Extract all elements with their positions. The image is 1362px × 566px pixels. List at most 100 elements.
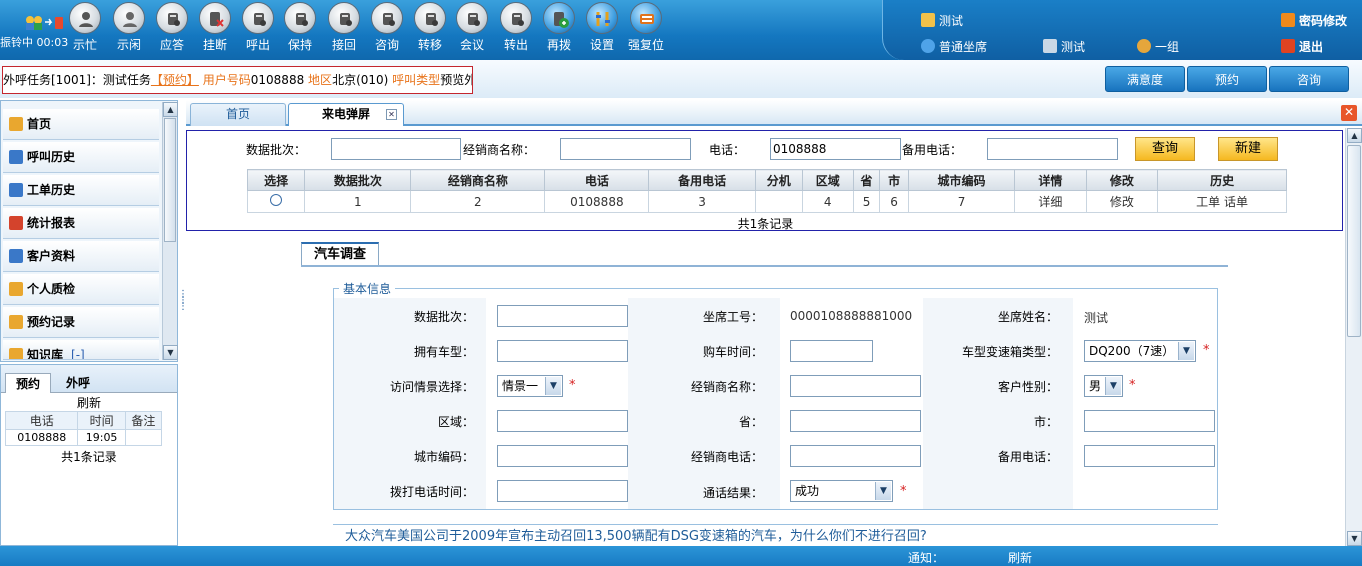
sidebar-item-appointment[interactable]: 预约记录 bbox=[3, 307, 159, 338]
sidebar-item-customer[interactable]: 客户资料 bbox=[3, 241, 159, 272]
toolbar-label: 接回 bbox=[331, 38, 356, 52]
column-header: 城市编码 bbox=[907, 169, 1016, 191]
settings-button[interactable]: 设置 bbox=[582, 2, 622, 53]
refresh-link[interactable]: 刷新 bbox=[1, 394, 177, 411]
label-column-3 bbox=[923, 298, 1073, 509]
scroll-down-icon[interactable]: ▼ bbox=[163, 345, 178, 360]
scene-select[interactable]: 情景一 ▼ bbox=[497, 375, 563, 397]
appointment-icon bbox=[9, 315, 23, 329]
dealer-input[interactable] bbox=[560, 138, 691, 160]
tab-popup[interactable]: 来电弹屏 ✕ bbox=[288, 103, 404, 126]
history-links[interactable]: 工单 话单 bbox=[1157, 190, 1287, 213]
busy-button[interactable]: 示忙 bbox=[65, 2, 105, 53]
busy-icon bbox=[69, 2, 101, 34]
toolbar-label: 再拨 bbox=[546, 38, 571, 52]
area-input[interactable] bbox=[497, 410, 628, 432]
reset-button[interactable]: 强复位 bbox=[626, 2, 666, 53]
table-cell: 4 bbox=[801, 190, 854, 213]
satisfaction-button[interactable]: 满意度 bbox=[1105, 66, 1185, 92]
scroll-up-icon[interactable]: ▲ bbox=[1347, 128, 1362, 143]
select-radio[interactable] bbox=[270, 194, 283, 206]
hangup-button[interactable]: 挂断 bbox=[195, 2, 235, 53]
answer-button[interactable]: 应答 bbox=[152, 2, 192, 53]
splitter-handle[interactable]: ⋮ ⋮ ⋮ bbox=[178, 290, 188, 332]
tab-outbound[interactable]: 外呼 bbox=[53, 373, 103, 393]
password-change-link[interactable]: 密码修改 bbox=[1281, 12, 1347, 29]
scroll-up-icon[interactable]: ▲ bbox=[163, 102, 178, 117]
purchase-time-input[interactable] bbox=[790, 340, 873, 362]
sidebar-item-chart[interactable]: 统计报表 bbox=[3, 208, 159, 239]
province-input[interactable] bbox=[790, 410, 921, 432]
city-input[interactable] bbox=[1084, 410, 1215, 432]
main-scrollbar[interactable]: ▲ ▼ bbox=[1345, 128, 1362, 546]
appointment-button[interactable]: 预约 bbox=[1187, 66, 1267, 92]
collapse-toggle[interactable]: [-] bbox=[71, 348, 85, 359]
agent-name-value: 测试 bbox=[1084, 311, 1109, 325]
gender-select[interactable]: 男 ▼ bbox=[1084, 375, 1123, 397]
main-scroll-thumb[interactable] bbox=[1347, 145, 1361, 337]
callout-button[interactable]: 呼出 bbox=[238, 2, 278, 53]
transfer-out-button[interactable]: 转出 bbox=[496, 2, 536, 53]
backup-phone-label-2: 备用电话： bbox=[997, 450, 1058, 464]
tab-appointment[interactable]: 预约 bbox=[5, 373, 51, 393]
table-row[interactable]: 0108888 19:05 bbox=[4, 429, 163, 446]
hold-button[interactable]: 保持 bbox=[280, 2, 320, 53]
user-panel: 测试 密码修改 普通坐席 测试 一组 退出 bbox=[882, 0, 1362, 60]
customer-icon bbox=[9, 249, 23, 263]
detail-link[interactable]: 详细 bbox=[1014, 190, 1087, 213]
transfer-button[interactable]: 转移 bbox=[410, 2, 450, 53]
scene-value: 情景一 bbox=[502, 379, 539, 393]
conference-button[interactable]: 会议 bbox=[452, 2, 492, 53]
redial-button[interactable]: 再拨 bbox=[539, 2, 579, 53]
consult-button[interactable]: 咨询 bbox=[367, 2, 407, 53]
idle-icon bbox=[113, 2, 145, 34]
query-button[interactable]: 查询 bbox=[1135, 137, 1195, 161]
tab-popup-label: 来电弹屏 bbox=[321, 107, 370, 121]
survey-batch-input[interactable] bbox=[497, 305, 628, 327]
gearbox-select[interactable]: DQ200（7速） ▼ bbox=[1084, 340, 1196, 362]
group-icon bbox=[1043, 39, 1057, 53]
batch-input[interactable] bbox=[331, 138, 461, 160]
scene-label: 访问情景选择： bbox=[389, 380, 474, 394]
city-code-input[interactable] bbox=[497, 445, 628, 467]
user-name: 测试 bbox=[921, 12, 963, 29]
tab-car-survey[interactable]: 汽车调查 bbox=[301, 242, 379, 266]
backup-phone-input[interactable] bbox=[987, 138, 1118, 160]
retrieve-button[interactable]: 接回 bbox=[324, 2, 364, 53]
sidebar-item-home[interactable]: 首页 bbox=[3, 109, 159, 140]
close-icon[interactable]: ✕ bbox=[1341, 105, 1357, 121]
new-button[interactable]: 新建 bbox=[1218, 137, 1278, 161]
dealer-name-input[interactable] bbox=[790, 375, 921, 397]
consult-button[interactable]: 咨询 bbox=[1269, 66, 1349, 92]
appointment-link[interactable]: 【预约】 bbox=[151, 73, 199, 87]
phone-input[interactable]: 0108888 bbox=[770, 138, 901, 160]
results-table: 选择 数据批次 经销商名称 电话 备用电话 分机 区域省市城市编码 详情 修改 历史 1 2 0108… bbox=[246, 169, 1287, 213]
gender-value: 男 bbox=[1089, 379, 1102, 393]
select-cell bbox=[246, 190, 306, 213]
call-time-input[interactable] bbox=[497, 480, 628, 502]
sidebar-scrollbar[interactable]: ▲ ▼ bbox=[162, 102, 178, 360]
notice-refresh-link[interactable]: 刷新 bbox=[1008, 549, 1032, 566]
sidebar-item-person[interactable]: 个人质检 bbox=[3, 274, 159, 305]
agent-type[interactable]: 普通坐席 bbox=[921, 38, 987, 55]
sidebar-scroll-thumb[interactable] bbox=[164, 118, 176, 242]
survey-batch-label: 数据批次： bbox=[413, 310, 474, 324]
sidebar-item-phone[interactable]: 呼叫历史 bbox=[3, 142, 159, 173]
label-column-2 bbox=[628, 298, 780, 509]
sidebar-item-label: 个人质检 bbox=[27, 282, 76, 296]
sidebar-item-knowledge[interactable]: 知识库 [-] bbox=[3, 340, 159, 360]
tab-home[interactable]: 首页 bbox=[190, 103, 286, 126]
backup-phone-input-2[interactable] bbox=[1084, 445, 1215, 467]
logout-button[interactable]: 退出 bbox=[1281, 38, 1323, 55]
sidebar-item-ticket[interactable]: 工单历史 bbox=[3, 175, 159, 206]
dealer-phone-input[interactable] bbox=[790, 445, 921, 467]
idle-button[interactable]: 示闲 bbox=[109, 2, 149, 53]
scroll-down-icon[interactable]: ▼ bbox=[1347, 531, 1362, 546]
call-result-select[interactable]: 成功 ▼ bbox=[790, 480, 893, 502]
sidebar-item-label: 工单历史 bbox=[27, 183, 76, 197]
column-header: 省 bbox=[852, 169, 881, 191]
edit-link[interactable]: 修改 bbox=[1085, 190, 1159, 213]
tab-close-icon[interactable]: ✕ bbox=[386, 109, 397, 120]
car-model-input[interactable] bbox=[497, 340, 628, 362]
area-label: 区域： bbox=[437, 415, 474, 429]
